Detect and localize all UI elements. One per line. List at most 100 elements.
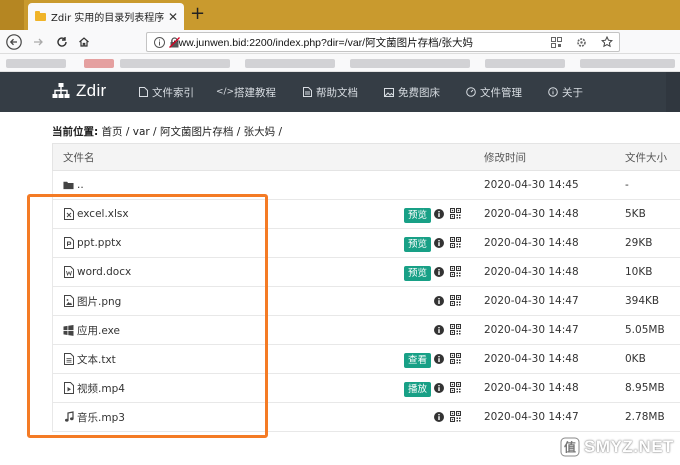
actions-cell (393, 316, 473, 344)
info-icon[interactable] (434, 383, 444, 393)
blurred-bookmark (350, 59, 470, 68)
info-icon[interactable] (434, 209, 444, 219)
qr-code-icon[interactable] (450, 353, 461, 364)
info-icon[interactable] (434, 296, 444, 306)
bookmarks-bar (0, 54, 680, 72)
highlight-annotation-box (27, 194, 268, 438)
forward-arrow-icon (34, 38, 43, 46)
info-icon (154, 37, 165, 48)
menu-item-file-index[interactable]: 文件索引 (138, 85, 194, 100)
watermark: 值 SMYZ.NET (560, 432, 680, 462)
blurred-bookmark (84, 59, 114, 68)
tab-title: Zdir 实用的目录列表程序 (51, 13, 164, 24)
info-icon[interactable] (434, 412, 444, 422)
bookmark-star-icon[interactable] (601, 36, 613, 48)
image-icon (384, 87, 394, 97)
reload-button[interactable] (52, 32, 72, 52)
browser-tab[interactable]: Zdir 实用的目录列表程序 ✕ (28, 3, 184, 30)
header-name: 文件名 (63, 151, 95, 164)
blurred-bookmark (485, 59, 565, 68)
file-size: 10KB (625, 266, 653, 278)
blurred-bookmark (245, 59, 335, 68)
qr-code-icon[interactable] (450, 411, 461, 422)
menu-item-label: 免费图床 (398, 86, 440, 99)
browser-nav-bar: www.junwen.bid:2200/index.php?dir=/var/阿… (0, 30, 680, 54)
info-icon[interactable] (434, 238, 444, 248)
modified-time: 2020-04-30 14:48 (484, 208, 579, 220)
browser-tab-bar: Zdir 实用的目录列表程序 ✕ + (0, 0, 680, 30)
close-tab-icon[interactable]: ✕ (168, 10, 178, 24)
reload-icon (57, 37, 67, 47)
svg-text:值: 值 (564, 440, 576, 455)
info-icon (548, 87, 558, 97)
file-size: 5KB (625, 208, 646, 220)
tab-bar-left-edge (0, 0, 24, 30)
blurred-bookmark (120, 59, 230, 68)
qr-code-icon[interactable] (450, 208, 461, 219)
file-name[interactable]: .. (77, 179, 84, 191)
file-size: 0KB (625, 353, 646, 365)
menu-item-file-manager[interactable]: 文件管理 (466, 85, 522, 100)
file-size: 394KB (625, 295, 660, 307)
home-icon (79, 37, 89, 47)
modified-time: 2020-04-30 14:45 (484, 179, 579, 191)
forward-button[interactable] (28, 32, 48, 52)
insecure-lock-icon (169, 37, 180, 48)
url-text: www.junwen.bid:2200/index.php?dir=/var/阿… (171, 36, 473, 49)
qr-code-icon[interactable] (450, 295, 461, 306)
info-icon[interactable] (434, 267, 444, 277)
new-tab-icon[interactable]: + (190, 3, 205, 25)
file-icon (138, 87, 148, 97)
watermark-text: SMYZ.NET (584, 437, 674, 456)
address-bar[interactable]: www.junwen.bid:2200/index.php?dir=/var/阿… (146, 32, 620, 52)
actions-cell: 预览 (393, 258, 473, 286)
actions-cell (393, 171, 473, 199)
file-size: 29KB (625, 237, 653, 249)
settings-gear-icon[interactable] (576, 37, 587, 48)
action-button[interactable]: 播放 (404, 382, 432, 397)
qr-code-icon[interactable] (450, 266, 461, 277)
folder-icon (63, 179, 74, 191)
menu-item-label: 文件管理 (480, 86, 522, 99)
actions-cell: 查看 (393, 345, 473, 373)
modified-time: 2020-04-30 14:48 (484, 353, 579, 365)
info-icon[interactable] (434, 354, 444, 364)
back-arrow-icon (6, 34, 22, 50)
menu-item-label: 帮助文档 (316, 86, 358, 99)
favicon-icon (34, 11, 46, 23)
info-icon[interactable] (434, 325, 444, 335)
menu-toggle-edge (666, 72, 680, 112)
menu-item-about[interactable]: 关于 (548, 85, 583, 100)
modified-time: 2020-04-30 14:47 (484, 295, 579, 307)
action-button[interactable]: 查看 (404, 353, 432, 368)
blurred-bookmark (6, 59, 66, 68)
file-size: - (625, 179, 629, 191)
action-button[interactable]: 预览 (404, 208, 432, 223)
file-size: 2.78MB (625, 411, 665, 423)
dashboard-icon (466, 87, 476, 97)
header-size: 文件大小 (625, 151, 667, 164)
menu-item-help[interactable]: 帮助文档 (302, 85, 358, 100)
qr-code-icon[interactable] (450, 382, 461, 393)
blurred-bookmark (580, 59, 675, 68)
actions-cell (393, 403, 473, 431)
qr-code-icon[interactable] (551, 36, 562, 48)
breadcrumb-label: 当前位置: (52, 126, 99, 138)
menu-item-image-host[interactable]: 免费图床 (384, 85, 440, 100)
modified-time: 2020-04-30 14:48 (484, 382, 579, 394)
sitemap-icon (52, 83, 70, 98)
modified-time: 2020-04-30 14:48 (484, 266, 579, 278)
home-button[interactable] (74, 32, 94, 52)
modified-time: 2020-04-30 14:47 (484, 411, 579, 423)
breadcrumb-path[interactable]: 首页 / var / 阿文菌图片存档 / 张大妈 / (102, 126, 282, 138)
header-modified: 修改时间 (484, 151, 526, 164)
back-button[interactable] (4, 32, 24, 52)
action-button[interactable]: 预览 (404, 266, 432, 281)
qr-code-icon[interactable] (450, 237, 461, 248)
menu-item-tutorial[interactable]: </> 搭建教程 (215, 85, 276, 100)
action-button[interactable]: 预览 (404, 237, 432, 252)
qr-code-icon[interactable] (450, 324, 461, 335)
watermark-logo-icon: 值 (560, 437, 580, 457)
brand-logo[interactable]: Zdir (52, 81, 106, 101)
code-icon: </> (215, 87, 235, 97)
